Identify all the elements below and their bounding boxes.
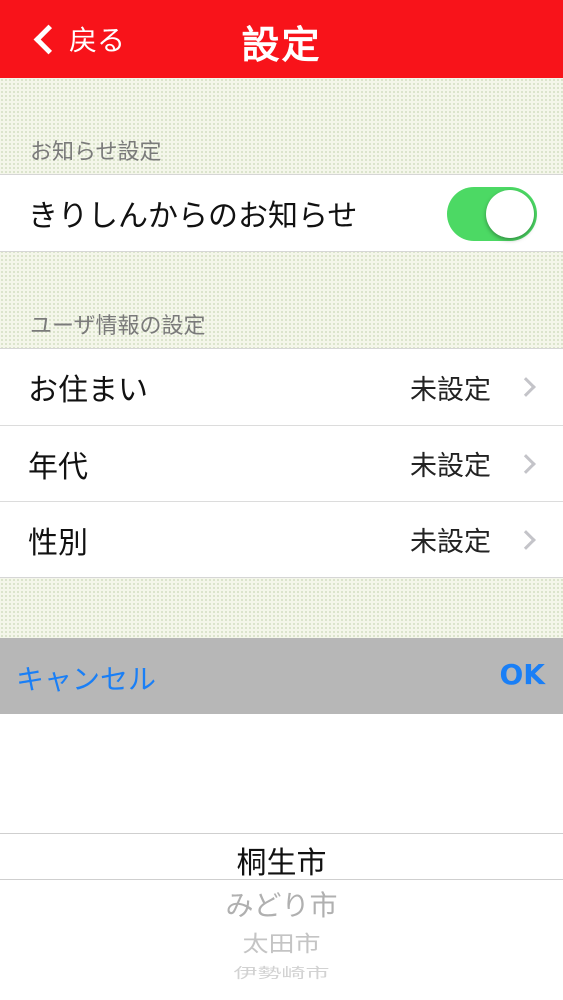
row-gender[interactable]: 性別 未設定 — [0, 501, 563, 577]
notification-toggle-row: きりしんからのお知らせ — [0, 175, 563, 251]
row-value: 未設定 — [410, 451, 491, 482]
notification-toggle[interactable] — [447, 187, 537, 241]
toggle-knob — [486, 190, 534, 238]
ok-button[interactable]: OK — [500, 658, 546, 691]
notification-label: きりしんからのお知らせ — [28, 199, 358, 234]
picker-item[interactable]: みどり市 — [0, 884, 563, 924]
chevron-right-icon — [516, 453, 536, 474]
chevron-right-icon — [516, 377, 536, 397]
row-value: 未設定 — [410, 374, 491, 406]
row-label: お住まい — [28, 373, 148, 408]
row-residence[interactable]: お住まい 未設定 — [0, 349, 563, 425]
city-picker[interactable]: 桐生市 みどり市 太田市 伊勢崎市 — [0, 714, 563, 1000]
picker-toolbar: キャンセル OK — [0, 638, 563, 714]
cancel-button[interactable]: キャンセル — [16, 658, 156, 698]
row-label: 性別 — [28, 525, 88, 561]
settings-content: お知らせ設定 きりしんからのお知らせ ユーザ情報の設定 お住まい 未設定 年代 … — [0, 78, 563, 638]
picker-item[interactable]: 太田市 — [0, 927, 563, 958]
picker-item[interactable]: 伊勢崎市 — [0, 961, 563, 982]
chevron-right-icon — [516, 529, 536, 550]
row-value: 未設定 — [410, 527, 491, 558]
navigation-bar: 戻る 設定 — [0, 0, 563, 78]
row-age[interactable]: 年代 未設定 — [0, 425, 563, 501]
picker-item-selected[interactable]: 桐生市 — [0, 838, 563, 882]
section-header-notifications: お知らせ設定 — [30, 140, 162, 165]
user-info-group: お住まい 未設定 年代 未設定 性別 未設定 — [0, 348, 563, 578]
picker-selection-line-top — [0, 833, 563, 834]
section-header-user-info: ユーザ情報の設定 — [30, 314, 206, 339]
row-label: 年代 — [28, 449, 88, 485]
page-title: 設定 — [241, 23, 322, 67]
notifications-group: きりしんからのお知らせ — [0, 174, 563, 252]
